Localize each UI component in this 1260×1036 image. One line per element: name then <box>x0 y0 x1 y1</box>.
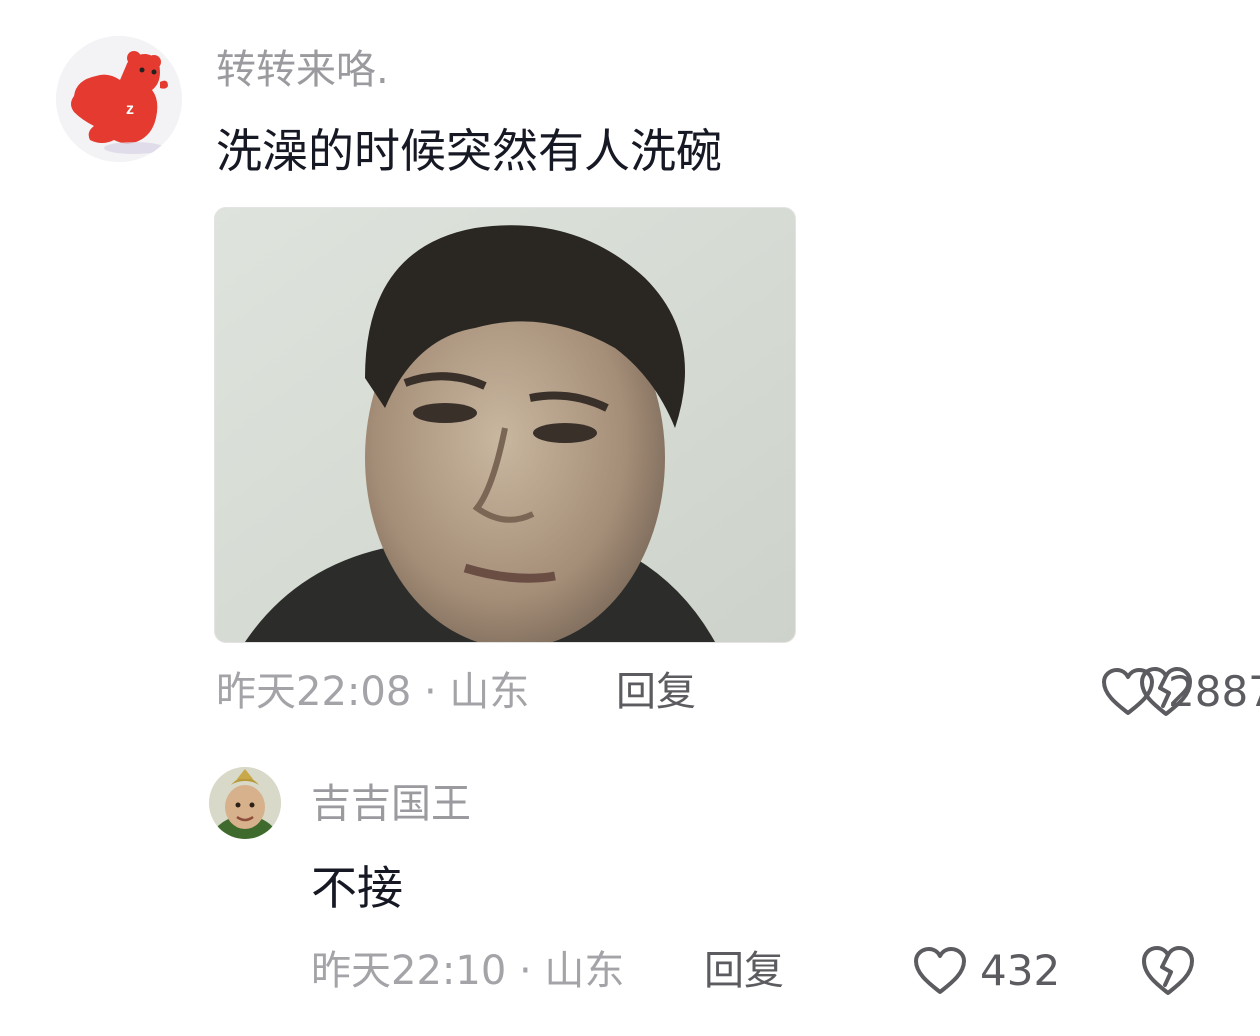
heart-outline-icon <box>914 947 966 994</box>
svg-text:z: z <box>126 101 134 118</box>
reply-button[interactable]: 回复 <box>616 662 696 722</box>
reply-button[interactable]: 回复 <box>704 941 784 1001</box>
reply-text: 不接 <box>311 861 403 915</box>
avatar[interactable] <box>209 767 281 839</box>
comment-meta: 昨天22:08 · 山东 回复 2887 <box>216 662 1260 722</box>
broken-heart-icon <box>1142 946 1194 995</box>
red-bear-mascot-icon: z <box>56 36 182 162</box>
timestamp-location: 昨天22:10 · 山东 <box>311 948 625 994</box>
broken-heart-icon <box>1140 667 1192 716</box>
avatar[interactable]: z <box>56 36 182 162</box>
dislike-button[interactable] <box>1140 945 1196 997</box>
reply-meta: 昨天22:10 · 山东 回复 432 <box>311 941 1241 1001</box>
username[interactable]: 吉吉国王 <box>311 774 471 834</box>
dislike-button[interactable] <box>1138 666 1194 718</box>
username[interactable]: 转转来咯. <box>216 40 389 100</box>
like-button[interactable]: 432 <box>912 941 1060 1001</box>
comment-image[interactable] <box>214 207 796 643</box>
timestamp-location: 昨天22:08 · 山东 <box>216 669 530 715</box>
like-count: 432 <box>980 946 1061 995</box>
comment-text: 洗澡的时候突然有人洗碗 <box>216 124 722 178</box>
meme-photo-image <box>215 208 795 642</box>
king-character-avatar-icon <box>209 767 281 839</box>
